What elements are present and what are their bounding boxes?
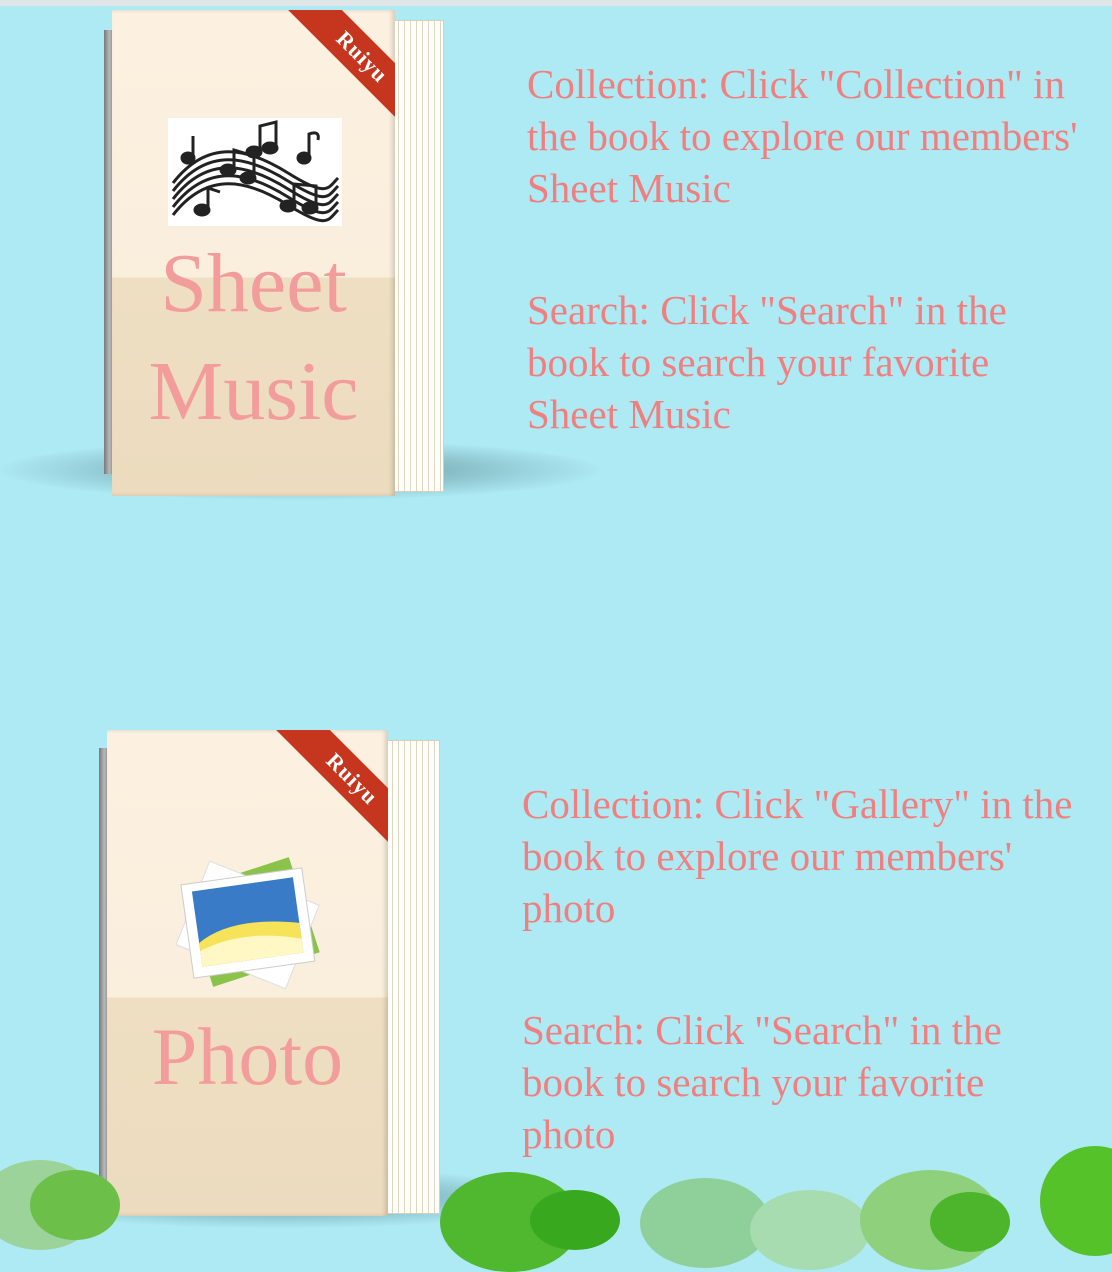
book-title-line2: Music	[148, 345, 359, 438]
book-cover: Ruiyu Photo	[107, 730, 388, 1216]
photo-book[interactable]: Ruiyu Photo	[0, 720, 560, 1228]
music-notes-icon	[168, 118, 342, 226]
book-cover: Ruiyu Sheet Music	[112, 10, 395, 496]
book-title-line1: Photo	[151, 1011, 344, 1102]
photo-gallery-icon	[173, 854, 333, 994]
brand-ribbon: Ruiyu	[271, 730, 388, 860]
book-pages	[386, 740, 440, 1214]
book-pages	[392, 20, 444, 492]
sheet-music-search-text: Search: Click "Search" in the book to se…	[527, 287, 1007, 437]
photo-search-text: Search: Click "Search" in the book to se…	[522, 1007, 1002, 1157]
sheet-music-book[interactable]: Ruiyu Sheet Music	[0, 0, 600, 500]
book-title-line1: Sheet	[160, 237, 347, 330]
sheet-music-collection-text: Collection: Click "Collection" in the bo…	[527, 61, 1078, 211]
photo-collection-text: Collection: Click "Gallery" in the book …	[522, 781, 1073, 931]
